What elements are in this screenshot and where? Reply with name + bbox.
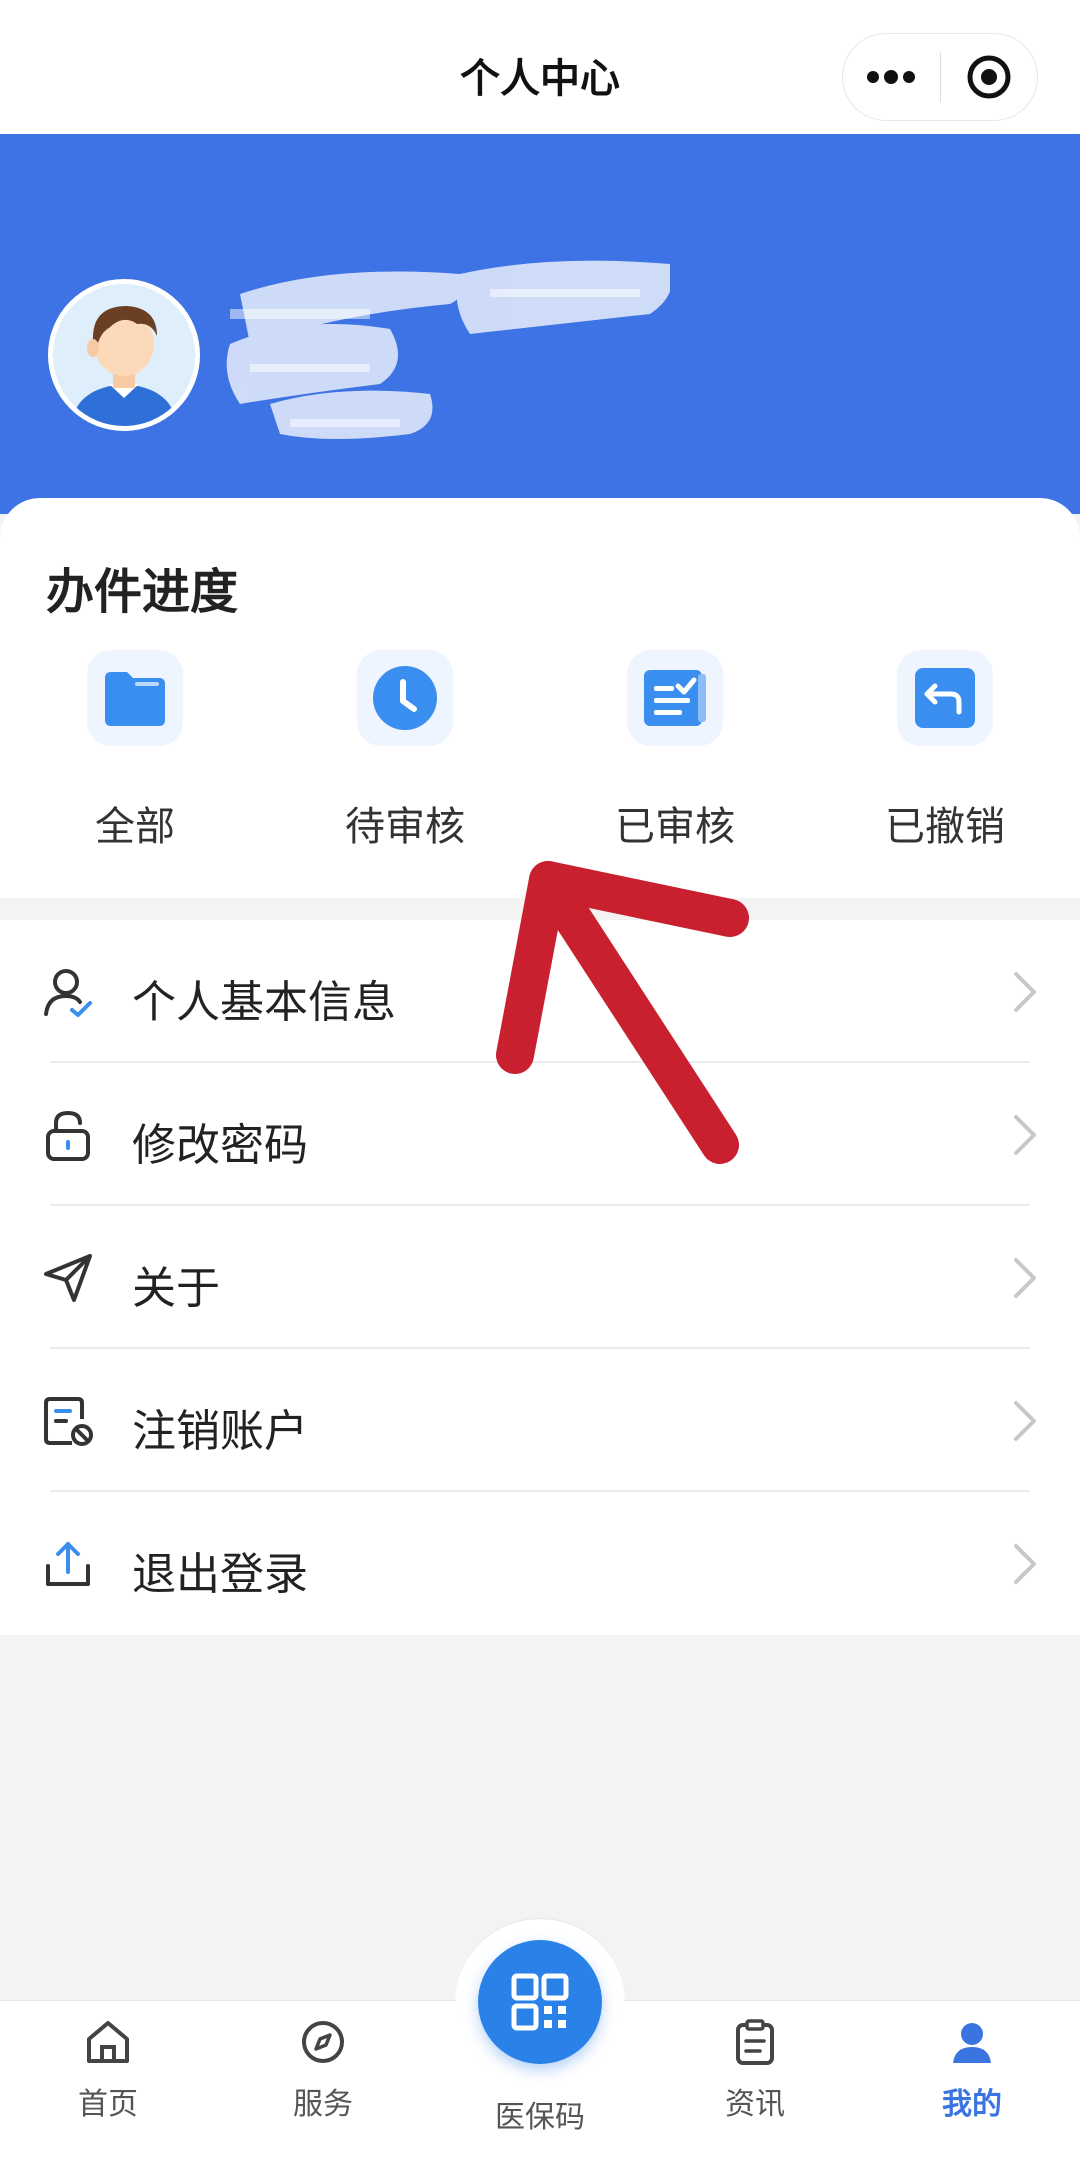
profile-header (0, 134, 1080, 514)
menu-label: 修改密码 (132, 1120, 308, 1171)
chevron-right-icon (1014, 1115, 1036, 1155)
menu-item-profile-info[interactable]: 个人基本信息 (0, 920, 1080, 1063)
clipboard-icon (736, 2019, 774, 2065)
chevron-right-icon (1014, 1544, 1036, 1584)
home-icon (87, 2021, 129, 2063)
target-icon (967, 55, 1011, 99)
qr-code-icon (511, 1973, 569, 2031)
tab-label: 我的 (942, 2087, 1002, 2122)
cancel-account-icon (44, 1397, 93, 1446)
user-icon (953, 2023, 991, 2063)
menu-label: 退出登录 (132, 1549, 308, 1600)
clock-icon (373, 666, 437, 730)
more-dots-icon (867, 70, 916, 84)
menu-label: 关于 (132, 1263, 220, 1314)
tab-services[interactable]: 服务 (248, 2019, 398, 2123)
tab-medical-qr-label: 医保码 (495, 2100, 585, 2135)
menu-label: 个人基本信息 (132, 977, 396, 1028)
avatar[interactable] (48, 279, 200, 431)
tab-news[interactable]: 资讯 (680, 2019, 830, 2123)
progress-card: 办件进度 全部 待审核 已审核 已撤销 (0, 498, 1080, 898)
menu-item-change-password[interactable]: 修改密码 (0, 1063, 1080, 1206)
compass-icon (302, 2021, 344, 2063)
progress-heading: 办件进度 (46, 564, 239, 620)
menu-label: 注销账户 (132, 1406, 308, 1457)
mini-program-capsule (842, 33, 1038, 121)
tab-medical-qr-code[interactable] (478, 1940, 602, 2064)
send-icon (44, 1254, 92, 1302)
close-mini-program-button[interactable] (940, 33, 1037, 121)
status-revoked-button[interactable]: 已撤销 (845, 650, 1045, 850)
tab-label: 首页 (78, 2087, 138, 2122)
undo-icon (915, 668, 975, 728)
chevron-right-icon (1014, 972, 1036, 1012)
top-nav-bar: 个人中心 (0, 0, 1080, 134)
menu-item-logout[interactable]: 退出登录 (0, 1492, 1080, 1635)
status-revoked-label: 已撤销 (885, 804, 1005, 850)
menu-item-about[interactable]: 关于 (0, 1206, 1080, 1349)
lock-icon (46, 1110, 90, 1161)
chevron-right-icon (1014, 1401, 1036, 1441)
tab-home[interactable]: 首页 (33, 2019, 183, 2123)
tab-mine[interactable]: 我的 (897, 2019, 1047, 2123)
upload-icon (46, 1542, 90, 1586)
tab-label: 资讯 (725, 2087, 785, 2122)
status-all-label: 全部 (95, 804, 175, 850)
status-reviewed-label: 已审核 (615, 804, 735, 850)
tab-label: 服务 (293, 2087, 353, 2122)
redacted-username (226, 260, 670, 439)
user-check-icon (44, 969, 92, 1017)
settings-menu: 个人基本信息 修改密码 关于 注销账户 退出登录 (0, 920, 1080, 1635)
menu-item-cancel-account[interactable]: 注销账户 (0, 1349, 1080, 1492)
more-button[interactable] (843, 33, 940, 121)
reviewed-list-icon (644, 670, 706, 726)
chevron-right-icon (1014, 1258, 1036, 1298)
status-pending-button[interactable]: 待审核 (305, 650, 505, 850)
status-all-button[interactable]: 全部 (35, 650, 235, 850)
status-reviewed-button[interactable]: 已审核 (575, 650, 775, 850)
status-pending-label: 待审核 (345, 804, 465, 850)
folder-icon (105, 672, 165, 726)
